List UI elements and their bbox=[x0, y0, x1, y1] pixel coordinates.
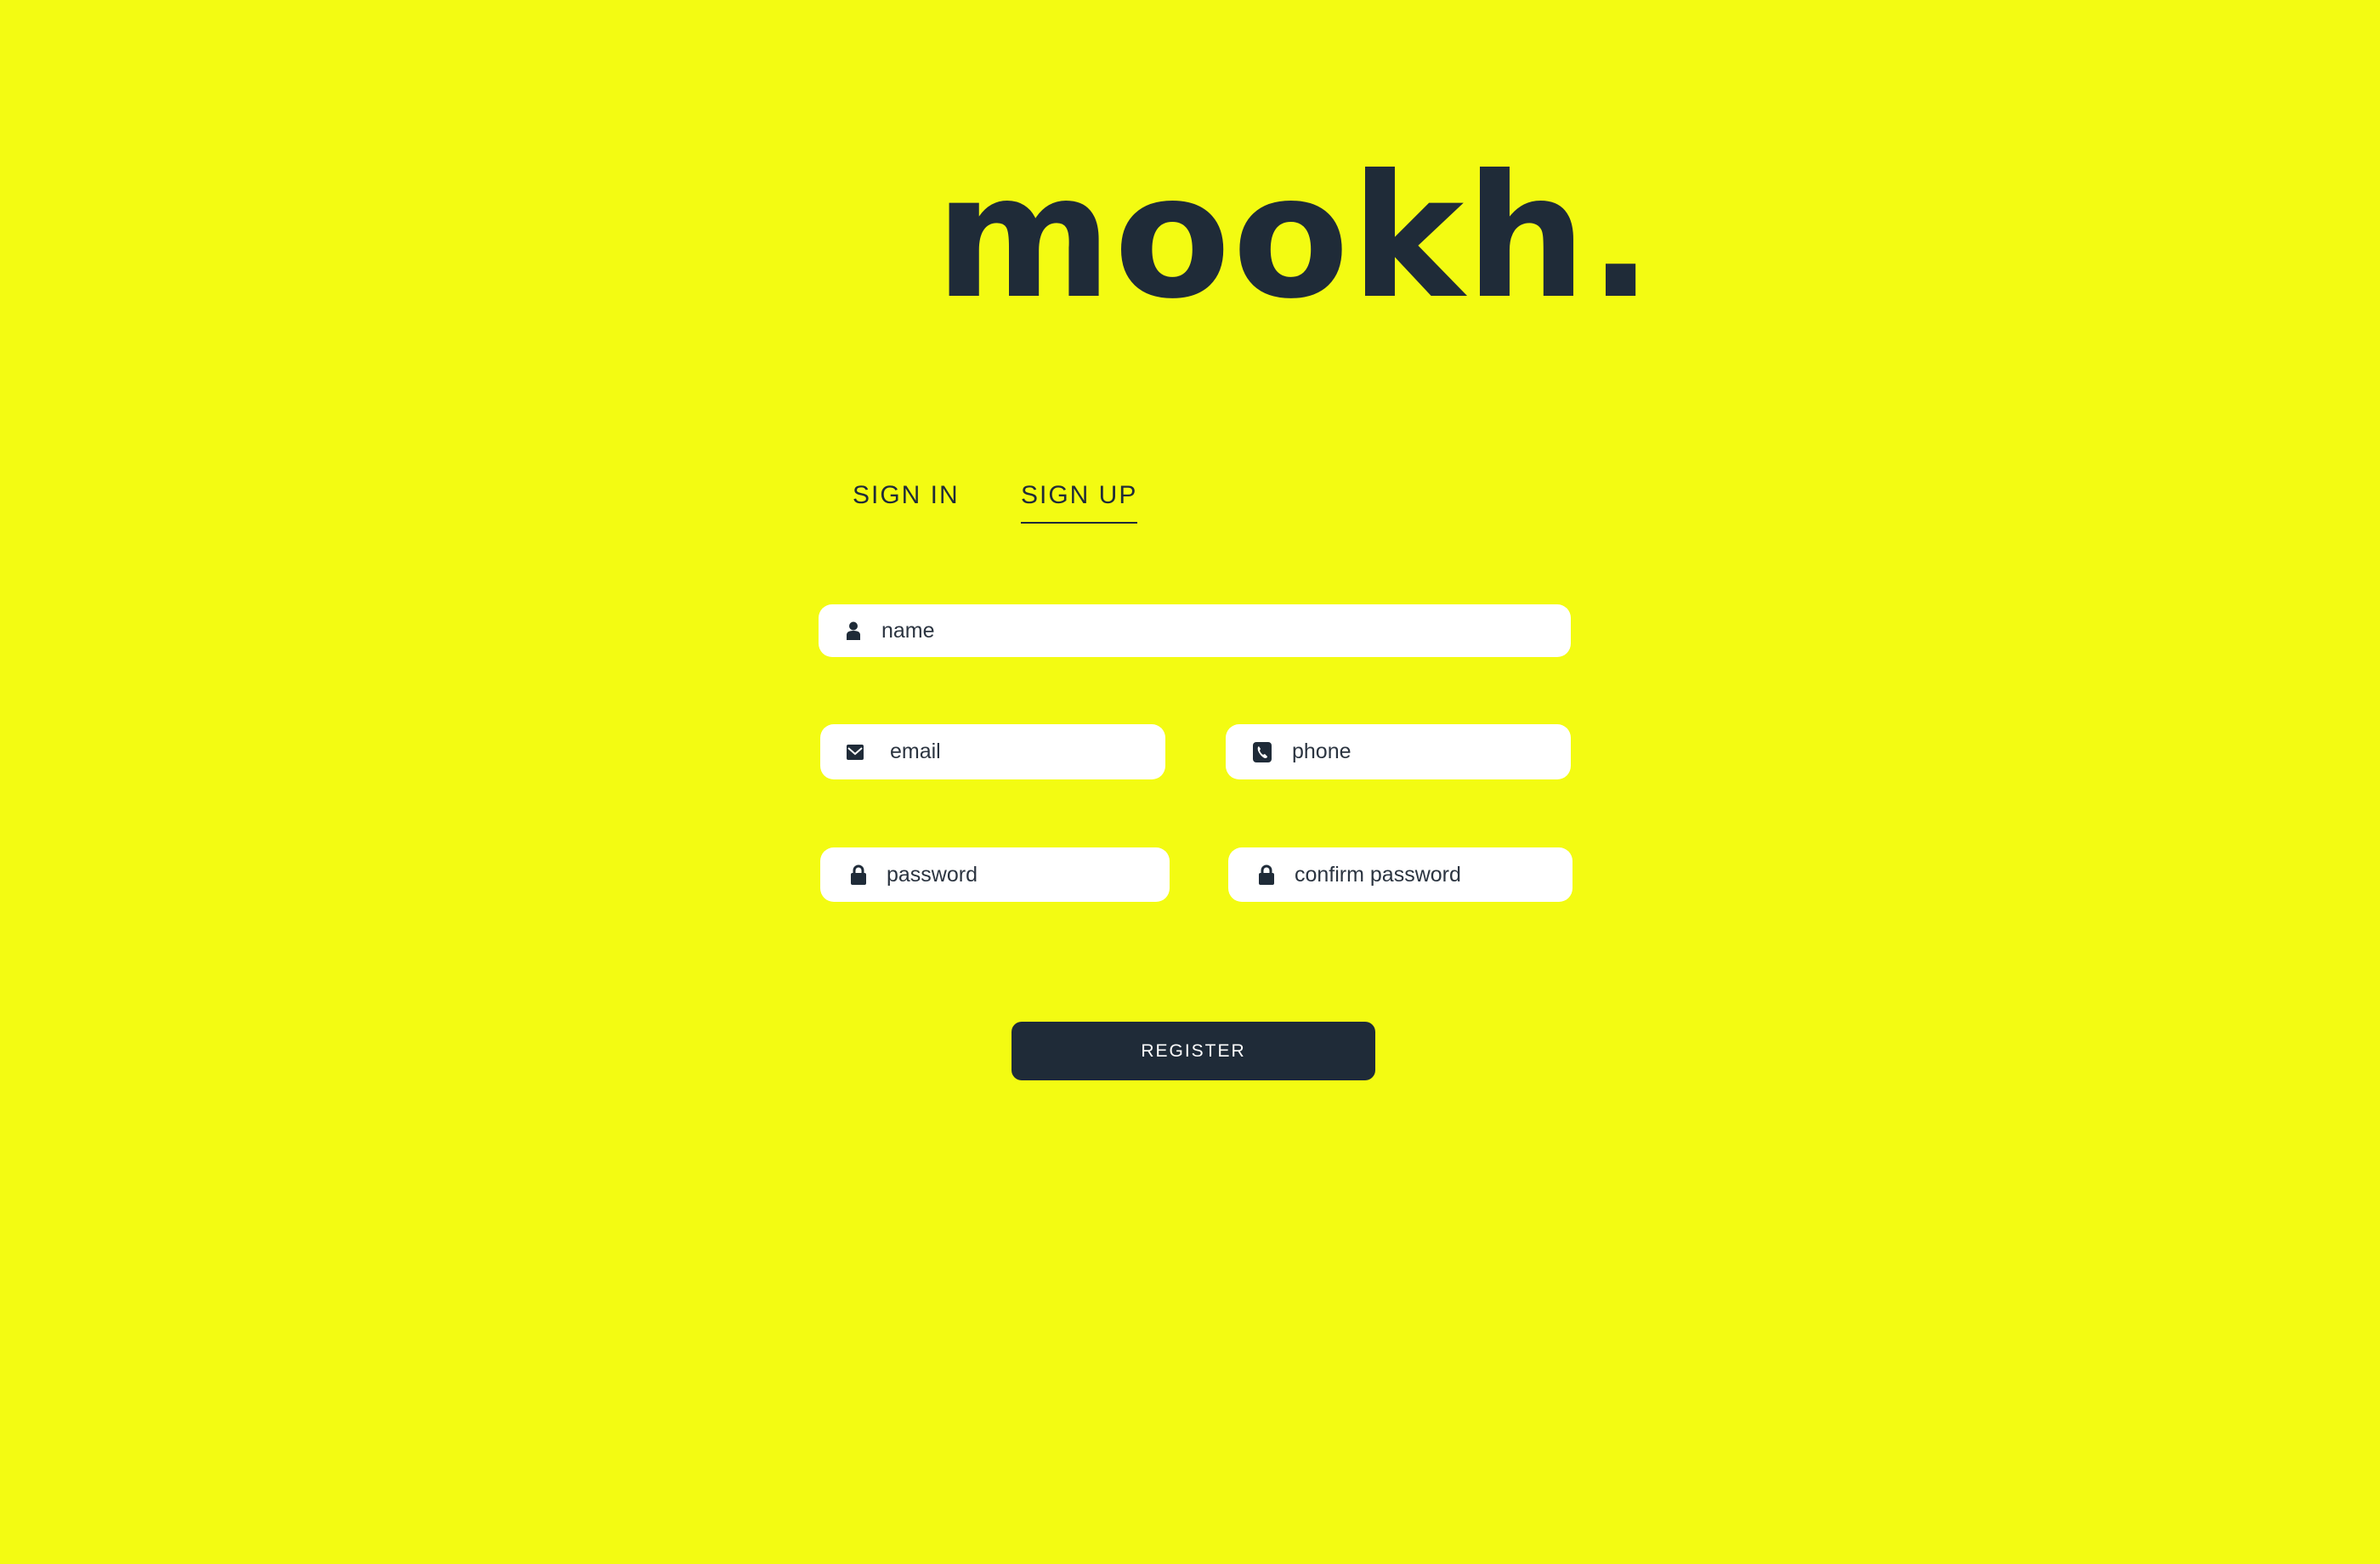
phone-icon bbox=[1253, 741, 1272, 762]
phone-input[interactable] bbox=[1292, 740, 1571, 764]
confirm-password-field[interactable] bbox=[1228, 847, 1572, 902]
user-icon bbox=[844, 620, 863, 641]
password-input[interactable] bbox=[887, 862, 1170, 887]
password-field[interactable] bbox=[820, 847, 1170, 902]
email-input[interactable] bbox=[890, 740, 1165, 764]
logo: mookh. bbox=[935, 139, 1655, 337]
tab-sign-in[interactable]: SIGN IN bbox=[853, 481, 960, 510]
phone-field[interactable] bbox=[1226, 724, 1571, 779]
envelope-icon bbox=[846, 742, 864, 762]
confirm-password-input[interactable] bbox=[1295, 862, 1572, 887]
lock-icon bbox=[1257, 864, 1276, 885]
email-field[interactable] bbox=[820, 724, 1165, 779]
tab-sign-up[interactable]: SIGN UP bbox=[1021, 481, 1138, 524]
register-button[interactable]: REGISTER bbox=[1012, 1022, 1375, 1080]
name-field[interactable] bbox=[819, 604, 1571, 657]
lock-icon bbox=[849, 864, 868, 885]
name-input[interactable] bbox=[881, 618, 1571, 643]
